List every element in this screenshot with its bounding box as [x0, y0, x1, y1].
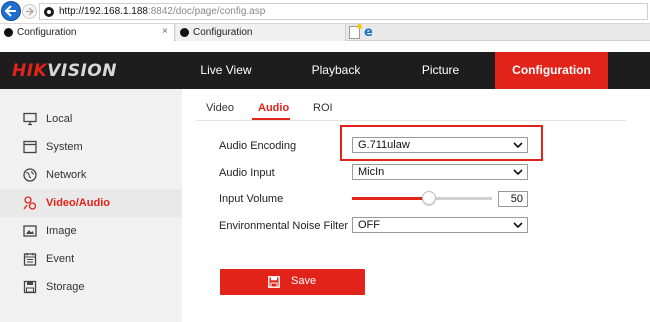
- highlight-box: [340, 125, 543, 161]
- sidebar-item-storage[interactable]: Storage: [0, 273, 182, 301]
- app-header: HIKVISION Live View Playback Picture Con…: [0, 52, 650, 89]
- noise-filter-select[interactable]: OFF: [352, 217, 528, 233]
- calendar-icon: [23, 253, 37, 266]
- browser-tab-2[interactable]: Configuration: [176, 24, 346, 41]
- sidebar-item-video-audio[interactable]: Video/Audio: [0, 189, 182, 217]
- chevron-down-icon: [513, 222, 523, 229]
- close-tab-icon[interactable]: ×: [162, 26, 168, 37]
- browser-tab-strip: Configuration × Configuration e: [0, 23, 650, 41]
- tab-title: Configuration: [193, 27, 253, 38]
- globe-icon: [23, 168, 37, 182]
- tab-favicon-icon: [180, 28, 189, 37]
- site-globe-icon: [44, 7, 54, 17]
- browser-address-row: http://192.168.1.188:8842/doc/page/confi…: [0, 0, 650, 22]
- image-icon: [23, 225, 37, 237]
- sidebar-item-system[interactable]: System: [0, 133, 182, 161]
- floppy-icon: [23, 280, 37, 294]
- input-volume-slider-fill: [352, 197, 429, 200]
- monitor-icon: [23, 112, 37, 126]
- nav-picture[interactable]: Picture: [413, 52, 468, 89]
- video-audio-icon: [23, 196, 37, 210]
- forward-button[interactable]: [22, 4, 37, 19]
- floppy-save-icon: [268, 276, 280, 288]
- tab-divider: [196, 120, 626, 121]
- save-button[interactable]: Save: [220, 269, 365, 295]
- sidebar-item-image[interactable]: Image: [0, 217, 182, 245]
- sidebar-item-event[interactable]: Event: [0, 245, 182, 273]
- nav-playback[interactable]: Playback: [306, 52, 366, 89]
- nav-configuration[interactable]: Configuration: [495, 52, 608, 89]
- sidebar-item-network[interactable]: Network: [0, 161, 182, 189]
- sidebar-item-label: Image: [46, 225, 77, 237]
- tab-audio[interactable]: Audio: [258, 102, 289, 114]
- tab-roi[interactable]: ROI: [313, 102, 333, 114]
- input-volume-value[interactable]: 50: [498, 191, 528, 207]
- input-volume-label: Input Volume: [219, 193, 284, 205]
- url-text: http://192.168.1.188:8842/doc/page/confi…: [59, 6, 266, 17]
- audio-input-value: MicIn: [358, 166, 385, 178]
- address-bar[interactable]: http://192.168.1.188:8842/doc/page/confi…: [39, 3, 648, 20]
- audio-encoding-label: Audio Encoding: [219, 140, 297, 152]
- browser-tab-1[interactable]: Configuration ×: [0, 24, 175, 41]
- sidebar-item-label: Storage: [46, 281, 85, 293]
- chevron-down-icon: [513, 169, 523, 176]
- input-volume-slider-thumb[interactable]: [422, 191, 436, 205]
- tab-video[interactable]: Video: [206, 102, 234, 114]
- sidebar-item-label: Local: [46, 113, 73, 125]
- tab-favicon-icon: [4, 28, 13, 37]
- internet-explorer-icon: e: [364, 25, 373, 40]
- audio-input-select[interactable]: MicIn: [352, 164, 528, 180]
- new-tab-icon[interactable]: [349, 24, 362, 39]
- noise-filter-label: Environmental Noise Filter: [219, 220, 348, 232]
- app-window: http://192.168.1.188:8842/doc/page/confi…: [0, 0, 650, 322]
- sidebar-item-label: System: [46, 141, 83, 153]
- save-label: Save: [291, 275, 317, 287]
- hikvision-logo: HIKVISION: [12, 61, 117, 81]
- nav-live-view[interactable]: Live View: [196, 52, 256, 89]
- audio-input-label: Audio Input: [219, 167, 275, 179]
- sidebar-item-local[interactable]: Local: [0, 105, 182, 133]
- back-arrow-icon: [5, 5, 16, 17]
- sidebar: Local System Network Video/Audio Image E…: [0, 89, 182, 322]
- sidebar-item-label: Network: [46, 169, 87, 181]
- sidebar-item-label: Video/Audio: [46, 197, 110, 209]
- sidebar-item-label: Event: [46, 253, 75, 265]
- back-button[interactable]: [1, 1, 21, 21]
- noise-filter-value: OFF: [358, 219, 380, 231]
- tab-title: Configuration: [17, 27, 77, 38]
- window-icon: [23, 140, 37, 154]
- forward-arrow-icon: [26, 7, 34, 16]
